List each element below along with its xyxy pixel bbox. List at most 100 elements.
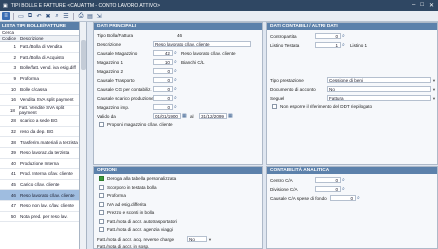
seguel-select[interactable]: Fattura [327, 95, 431, 101]
delete-icon[interactable]: ✖ [44, 12, 52, 20]
magazzino1-code[interactable]: 10 [153, 59, 173, 65]
list-item[interactable]: 45 Carico c/lav. cliente [0, 180, 79, 191]
search-icon[interactable]: ⌕ [174, 59, 177, 65]
causale-magazzino-desc: Reso lavorato c/lav. cliente [181, 51, 236, 56]
option-checkbox[interactable] [99, 184, 104, 190]
search-icon[interactable]: ⌕ [342, 186, 345, 192]
list-item-description: scarico a sede BG [20, 118, 58, 124]
list-item[interactable]: 16 Vendita SVA split payment [0, 95, 79, 106]
chevron-down-icon[interactable]: ▼ [208, 237, 212, 242]
list-item[interactable]: 40 Produzione Interna [0, 159, 79, 170]
list-item[interactable]: 9 Proforma [0, 74, 79, 85]
scroll-thumb[interactable] [81, 40, 86, 70]
list-item[interactable]: 47 Reso non lav. c/lav. cliente [0, 201, 79, 212]
search-icon[interactable]: ⌕ [174, 50, 177, 56]
list-item[interactable]: 1 Fatt./Bolla di Vendita [0, 42, 79, 53]
menu-icon[interactable]: ≡ [2, 12, 10, 20]
option-checkbox[interactable] [99, 227, 104, 232]
proponi-label: Proponi magazzino c/lav. cliente [107, 122, 173, 127]
search-icon[interactable]: ⌕ [174, 68, 177, 74]
list-item-code: 32 [10, 129, 16, 135]
print-icon[interactable]: ⎙ [77, 12, 85, 20]
preview-icon[interactable]: ▤ [86, 12, 94, 20]
search-icon[interactable]: ⌕ [357, 195, 360, 201]
seguel-label: Seguel [270, 96, 285, 101]
option-checkbox[interactable] [99, 201, 104, 207]
option-label: Fatt./nota di accr. agenzia viaggi [107, 227, 173, 232]
option-checkbox[interactable] [99, 176, 104, 181]
search-icon[interactable]: ⌕ [174, 77, 177, 83]
list-item-description: Bolle/fatt. vend. iva esig.diff [20, 65, 76, 71]
causale-ca-label: Causale C/A spese di fondo [270, 196, 327, 201]
list-item[interactable]: 39 Reso lavoraz.da terzista [0, 148, 79, 159]
descrizione-field[interactable]: Reso lavorato c/lav. cliente [153, 41, 251, 47]
divisione-ca-field[interactable]: 0 [315, 186, 341, 192]
copy-icon[interactable]: ⧉ [26, 12, 34, 20]
causale-ca-field[interactable]: 0 [330, 195, 356, 201]
calendar-icon[interactable]: ▦ [228, 113, 233, 119]
list-item[interactable]: 46 Reso lavorato c/lav. cliente [0, 190, 79, 201]
list-header: LISTA TIPI BOLLE/FATTURE [0, 22, 79, 30]
list-item[interactable]: 28 scarico a sede BG [0, 116, 79, 127]
undo-icon[interactable]: ↶ [35, 12, 43, 20]
chevron-down-icon[interactable]: ▼ [432, 87, 436, 92]
list-item[interactable]: 18 Fatt. Vendite SVA split payment [0, 105, 79, 117]
reverse-charge-label: Fatt./nota di accr. acq. reverse charge [97, 237, 175, 242]
close-icon[interactable]: ✕ [429, 2, 434, 9]
maximize-icon[interactable]: □ [420, 2, 424, 9]
option-label: Prezzo e sconti in bolla [107, 210, 155, 215]
causale-magazzino-code[interactable]: 42 [153, 50, 173, 56]
export-icon[interactable]: ⇲ [95, 12, 103, 20]
list-item-code: 18 [9, 107, 15, 113]
new-doc-icon[interactable]: ▭ [17, 12, 25, 20]
list-item[interactable]: 41 Prod. Interna c/lav. cliente [0, 169, 79, 180]
list-icon[interactable]: ☰ [62, 12, 70, 20]
chevron-down-icon[interactable]: ▼ [432, 96, 436, 101]
list-item[interactable]: 3 Bolle/fatt. vend. iva esig.diff [0, 63, 79, 74]
list-item[interactable]: 38 Trasferim.materiali a terzista [0, 137, 79, 148]
chevron-down-icon[interactable]: ▼ [432, 78, 436, 83]
ddt-checkbox[interactable] [272, 104, 277, 109]
causale-cg-code[interactable]: 0 [153, 86, 173, 92]
list-item[interactable]: 32 reso da dep. BG [0, 127, 79, 138]
reverse-charge-select[interactable]: No [187, 236, 207, 242]
list-item-code: 10 [10, 86, 16, 92]
search-icon[interactable]: ⌕ [174, 104, 177, 110]
tipo-prestazione-select[interactable]: Cessione di beni [327, 77, 431, 83]
centro-ca-field[interactable]: 0 [315, 177, 341, 183]
magazzino-imp-code[interactable]: 0 [153, 104, 173, 110]
causale-magazzino-label: Causale Magazzino [97, 51, 138, 56]
list-item[interactable]: 50 Nota pred. per reso lav. [0, 212, 79, 223]
search-icon[interactable]: ⌕ [342, 33, 345, 39]
proponi-checkbox[interactable] [99, 122, 104, 127]
valido-from-field[interactable]: 01/01/1900 [153, 113, 181, 119]
option-checkbox[interactable] [99, 218, 104, 224]
minimize-icon[interactable]: – [412, 2, 415, 9]
calendar-icon[interactable]: ▦ [182, 113, 187, 119]
search-icon[interactable]: ⌕ [342, 177, 345, 183]
search-icon[interactable]: ⌕ [174, 95, 177, 101]
list-scrollbar[interactable] [80, 22, 87, 249]
causale-scarico-code[interactable]: 0 [153, 95, 173, 101]
documento-acconto-select[interactable]: No [327, 86, 431, 92]
valido-to-field[interactable]: 31/12/2099 [199, 113, 227, 119]
option-checkbox[interactable] [99, 210, 104, 215]
search-icon[interactable]: ⌕ [342, 42, 345, 48]
search-icon[interactable]: ⌕ [53, 12, 61, 20]
list-item[interactable]: 10 Bolle c/cassa [0, 84, 79, 95]
option-checkbox[interactable] [99, 193, 104, 198]
list-item[interactable]: 2 Fatt./Bolla di Acquisto [0, 53, 79, 64]
column-description[interactable]: Descrizione [20, 36, 44, 41]
contropartita-field[interactable]: 0 [315, 33, 341, 39]
magazzino2-code[interactable]: 0 [153, 68, 173, 74]
causale-trasporto-code[interactable]: 0 [153, 77, 173, 83]
al-label: al [190, 114, 194, 119]
tipo-prestazione-label: Tipo prestazione [270, 78, 304, 83]
divider [73, 12, 74, 20]
list-item-description: Carico c/lav. cliente [20, 182, 60, 188]
panel-header: DATI CONTABILI / ALTRI DATI [267, 23, 437, 30]
column-code[interactable]: Codice [0, 36, 20, 41]
list-item-description: Prod. Interna c/lav. cliente [20, 171, 73, 177]
search-icon[interactable]: ⌕ [174, 86, 177, 92]
listino-field[interactable]: 1 [315, 42, 341, 48]
